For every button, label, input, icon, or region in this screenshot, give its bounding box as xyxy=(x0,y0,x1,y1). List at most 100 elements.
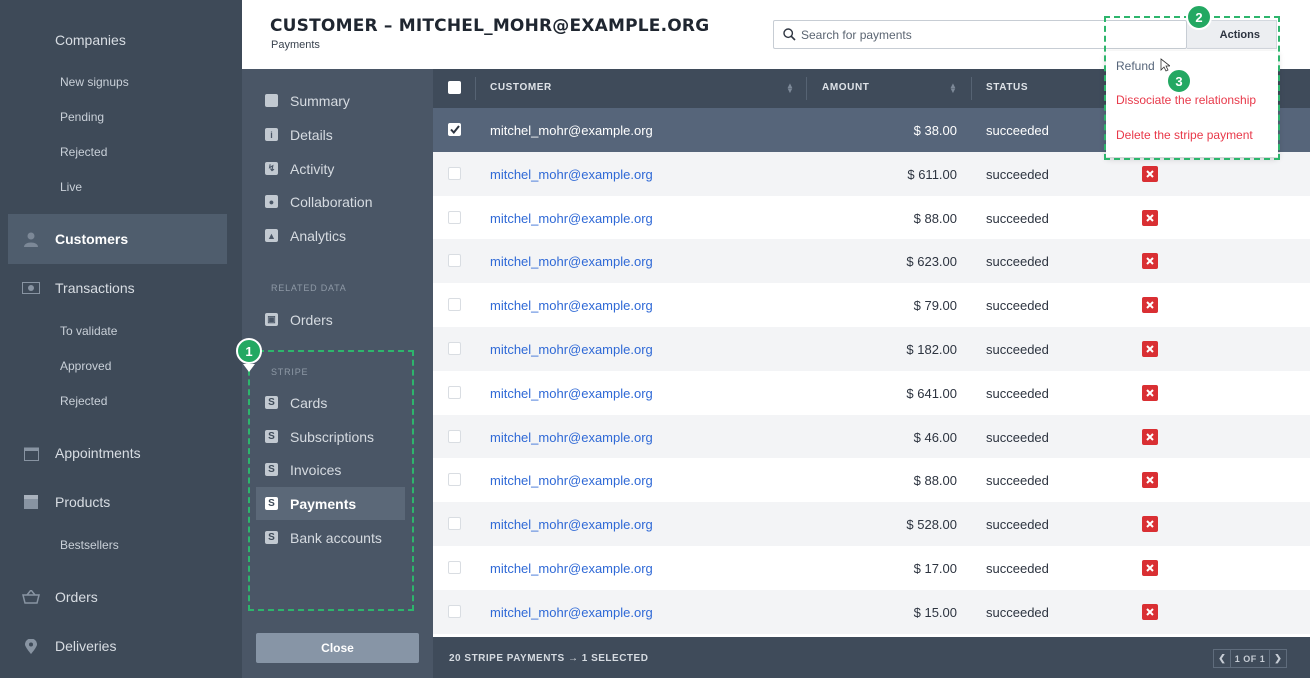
close-button[interactable]: Close xyxy=(256,633,419,663)
sidebar-item-products[interactable]: Products xyxy=(8,483,227,521)
prev-page-button[interactable]: ❮ xyxy=(1214,650,1230,667)
status-cell: succeeded xyxy=(986,561,1049,576)
sidebar-item-appointments[interactable]: Appointments xyxy=(8,434,227,472)
user-icon xyxy=(22,231,40,247)
row-checkbox[interactable] xyxy=(448,123,461,136)
customer-email-link[interactable]: mitchel_mohr@example.org xyxy=(490,342,653,357)
row-checkbox[interactable] xyxy=(448,517,461,530)
sidebar-subitem-rejected-transactions[interactable]: Rejected xyxy=(60,394,107,408)
row-checkbox[interactable] xyxy=(448,473,461,486)
column-header-status[interactable]: STATUS xyxy=(986,82,1028,93)
subnav-item-label: Activity xyxy=(290,160,335,177)
page-indicator: 1 OF 1 xyxy=(1230,650,1270,667)
column-header-customer[interactable]: CUSTOMER xyxy=(490,82,552,93)
customer-email-link[interactable]: mitchel_mohr@example.org xyxy=(490,430,653,445)
customer-email-link[interactable]: mitchel_mohr@example.org xyxy=(490,473,653,488)
checkmark-icon xyxy=(449,125,460,134)
delete-row-button[interactable] xyxy=(1142,472,1158,488)
table-row[interactable]: mitchel_mohr@example.org $ 88.00 succeeded xyxy=(433,196,1310,240)
select-all-checkbox[interactable] xyxy=(448,81,461,94)
sidebar-item-transactions[interactable]: Transactions xyxy=(8,269,227,307)
amount-cell: $ 88.00 xyxy=(913,211,957,226)
row-checkbox[interactable] xyxy=(448,430,461,443)
row-checkbox[interactable] xyxy=(448,211,461,224)
sidebar-item-label: Customers xyxy=(55,231,129,247)
row-checkbox[interactable] xyxy=(448,561,461,574)
close-icon xyxy=(1146,214,1154,222)
sidebar-subitem-rejected[interactable]: Rejected xyxy=(60,145,107,159)
next-page-button[interactable]: ❯ xyxy=(1270,650,1286,667)
customer-email-link[interactable]: mitchel_mohr@example.org xyxy=(490,605,653,620)
customer-email-link[interactable]: mitchel_mohr@example.org xyxy=(490,561,653,576)
sidebar-item-orders[interactable]: Orders xyxy=(8,578,227,616)
row-checkbox[interactable] xyxy=(448,342,461,355)
subnav-item-activity[interactable]: ↯ Activity xyxy=(256,152,405,185)
subnav-item-analytics[interactable]: ▲ Analytics xyxy=(256,219,405,252)
table-row[interactable]: mitchel_mohr@example.org $ 623.00 succeede… xyxy=(433,239,1310,283)
close-icon xyxy=(1146,520,1154,528)
row-checkbox[interactable] xyxy=(448,167,461,180)
table-row[interactable]: mitchel_mohr@example.org $ 88.00 succeeded xyxy=(433,458,1310,502)
delete-row-button[interactable] xyxy=(1142,604,1158,620)
status-cell: succeeded xyxy=(986,517,1049,532)
table-row[interactable]: mitchel_mohr@example.org $ 79.00 succeeded xyxy=(433,283,1310,327)
table-row[interactable]: mitchel_mohr@example.org $ 15.00 succeeded xyxy=(433,590,1310,634)
related-data-heading: RELATED DATA xyxy=(271,283,347,293)
subnav-item-orders[interactable]: ▣ Orders xyxy=(256,303,405,336)
customer-email-link[interactable]: mitchel_mohr@example.org xyxy=(490,167,653,182)
sidebar-subitem-approved[interactable]: Approved xyxy=(60,359,111,373)
row-checkbox[interactable] xyxy=(448,605,461,618)
delete-row-button[interactable] xyxy=(1142,560,1158,576)
sidebar-subitem-to-validate[interactable]: To validate xyxy=(60,324,117,338)
delete-row-button[interactable] xyxy=(1142,166,1158,182)
sidebar-subitem-bestsellers[interactable]: Bestsellers xyxy=(60,538,119,552)
customer-email-link[interactable]: mitchel_mohr@example.org xyxy=(490,211,653,226)
table-row[interactable]: mitchel_mohr@example.org $ 17.00 succeeded xyxy=(433,546,1310,590)
customer-email-link[interactable]: mitchel_mohr@example.org xyxy=(490,123,653,138)
column-divider xyxy=(971,77,972,100)
sort-icon[interactable]: ▲ ▼ xyxy=(786,82,795,95)
page-subtitle: Payments xyxy=(271,39,320,51)
row-checkbox[interactable] xyxy=(448,386,461,399)
subnav-item-details[interactable]: i Details xyxy=(256,118,405,151)
subnav-item-collaboration[interactable]: ● Collaboration xyxy=(256,185,405,218)
delete-row-button[interactable] xyxy=(1142,210,1158,226)
delete-row-button[interactable] xyxy=(1142,341,1158,357)
close-icon xyxy=(1146,608,1154,616)
delete-row-button[interactable] xyxy=(1142,516,1158,532)
subnav-item-label: Orders xyxy=(290,311,333,328)
page-title: CUSTOMER – MITCHEL_MOHR@EXAMPLE.ORG xyxy=(270,16,710,36)
main-sidebar: Companies New signups Pending Rejected L… xyxy=(0,0,242,678)
search-icon xyxy=(783,28,796,44)
info-icon: i xyxy=(265,128,278,141)
status-cell: succeeded xyxy=(986,605,1049,620)
customer-email-link[interactable]: mitchel_mohr@example.org xyxy=(490,298,653,313)
annotation-box-actions-menu xyxy=(1104,16,1280,160)
table-row[interactable]: mitchel_mohr@example.org $ 46.00 succeeded xyxy=(433,415,1310,459)
row-checkbox[interactable] xyxy=(448,254,461,267)
customer-email-link[interactable]: mitchel_mohr@example.org xyxy=(490,386,653,401)
customer-email-link[interactable]: mitchel_mohr@example.org xyxy=(490,517,653,532)
sidebar-subitem-live[interactable]: Live xyxy=(60,180,82,194)
sidebar-subitem-pending[interactable]: Pending xyxy=(60,110,104,124)
customer-email-link[interactable]: mitchel_mohr@example.org xyxy=(490,254,653,269)
subnav-item-label: Analytics xyxy=(290,227,347,244)
table-row[interactable]: mitchel_mohr@example.org $ 641.00 succeede… xyxy=(433,371,1310,415)
annotation-box-stripe-section xyxy=(248,350,414,611)
delete-row-button[interactable] xyxy=(1142,297,1158,313)
column-header-amount[interactable]: AMOUNT xyxy=(822,82,869,93)
delete-row-button[interactable] xyxy=(1142,429,1158,445)
table-row[interactable]: mitchel_mohr@example.org $ 182.00 succeede… xyxy=(433,327,1310,371)
sidebar-item-deliveries[interactable]: Deliveries xyxy=(8,627,227,665)
table-row[interactable]: mitchel_mohr@example.org $ 528.00 succeede… xyxy=(433,502,1310,546)
sidebar-subitem-new-signups[interactable]: New signups xyxy=(60,75,129,89)
delete-row-button[interactable] xyxy=(1142,385,1158,401)
status-cell: succeeded xyxy=(986,254,1049,269)
subnav-item-summary[interactable]: Summary xyxy=(256,84,405,117)
sidebar-item-companies[interactable]: Companies xyxy=(8,21,227,59)
amount-cell: $ 623.00 xyxy=(906,254,957,269)
row-checkbox[interactable] xyxy=(448,298,461,311)
sort-icon[interactable]: ▲ ▼ xyxy=(949,82,958,95)
sidebar-item-customers[interactable]: Customers xyxy=(8,214,227,264)
delete-row-button[interactable] xyxy=(1142,253,1158,269)
